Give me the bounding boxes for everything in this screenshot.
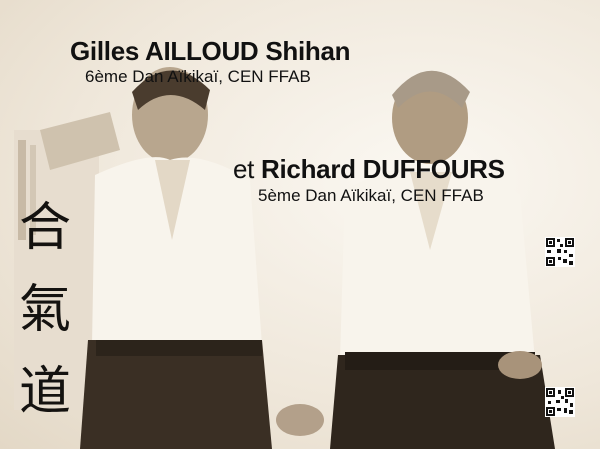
qr-code-icon[interactable]: [545, 237, 575, 267]
kanji-ai: 合: [18, 198, 71, 258]
teacher-1-grade: 6ème Dan Aïkikaï, CEN FFAB: [85, 67, 311, 86]
teacher-2-name: Richard DUFFOURS: [261, 154, 505, 184]
teacher-2-grade: 5ème Dan Aïkikaï, CEN FFAB: [258, 186, 484, 205]
conjunction: et: [233, 154, 255, 184]
teacher-2-line: et Richard DUFFOURS: [233, 154, 505, 185]
qr-code-icon[interactable]: [545, 387, 575, 417]
teacher-1-name: Gilles AILLOUD Shihan: [70, 36, 351, 66]
kanji-ki: 氣: [18, 280, 71, 340]
flyer: Gilles AILLOUD Shihan 6ème Dan Aïkikaï, …: [0, 0, 600, 449]
kanji-do: 道: [18, 362, 71, 422]
